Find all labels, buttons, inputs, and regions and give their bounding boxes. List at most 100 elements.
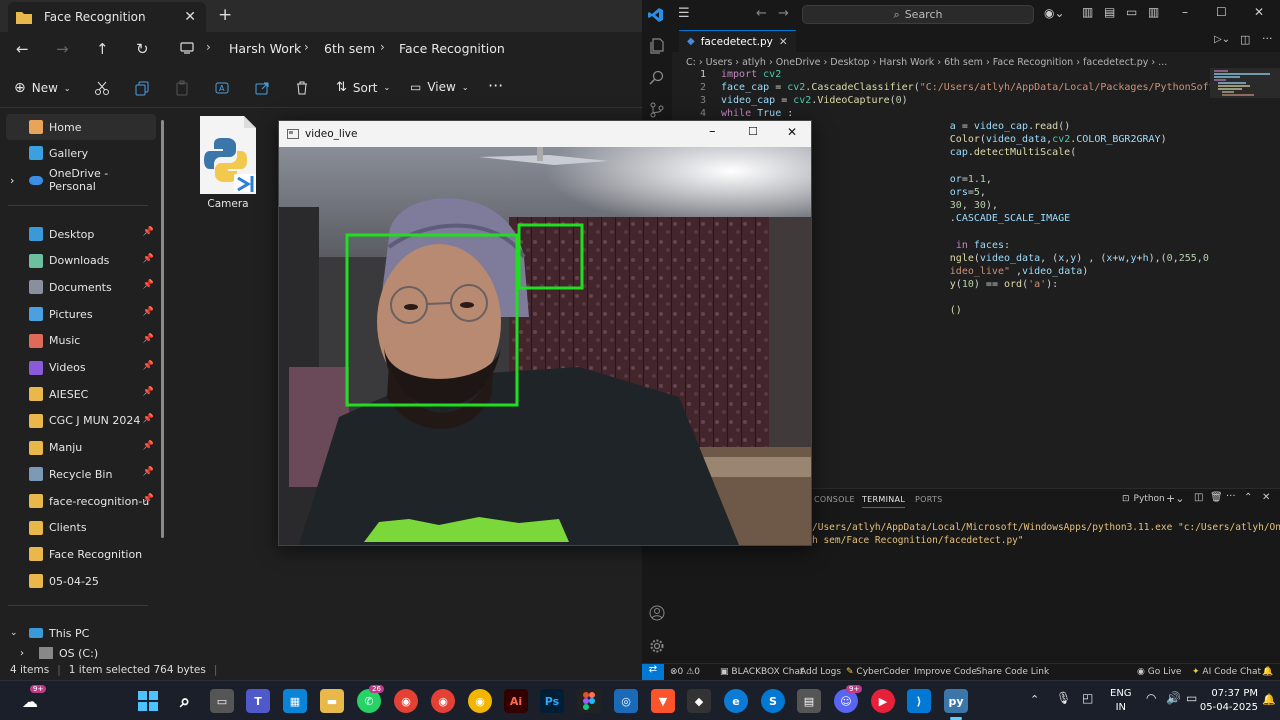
terminal-shell-selector[interactable]: ⊡ Python (1122, 494, 1165, 504)
breadcrumb-item[interactable]: Harsh Work (229, 41, 301, 56)
task-view-icon[interactable]: ▭ (210, 689, 234, 713)
file-item[interactable]: Camera (196, 116, 260, 212)
settings-gear-icon[interactable] (649, 638, 665, 654)
sidebar-item-manju[interactable]: Manju 📌 (6, 435, 156, 461)
ai-chat-button[interactable]: ✦ AI Code Chat (1192, 667, 1261, 677)
rename-icon[interactable]: A (214, 80, 230, 96)
sidebar-item-downloads[interactable]: Downloads 📌 (6, 248, 156, 274)
close-icon[interactable]: ✕ (1254, 5, 1264, 19)
pin-icon[interactable]: 📌 (143, 254, 154, 264)
toggle-secondary-sidebar-icon[interactable]: ▥ (1148, 5, 1159, 19)
unity-icon[interactable]: ◆ (687, 689, 711, 713)
view-button[interactable]: ▭ View ⌄ (410, 80, 469, 94)
search-icon[interactable] (649, 70, 665, 86)
file-explorer-icon[interactable]: ▬ (320, 689, 344, 713)
account-icon[interactable] (649, 605, 665, 621)
pin-icon[interactable]: 📌 (143, 467, 154, 477)
split-terminal-icon[interactable]: ◫ (1194, 492, 1203, 503)
vscode-taskbar-icon[interactable]: ⟩ (907, 689, 931, 713)
minimize-icon[interactable]: – (1182, 5, 1188, 19)
back-icon[interactable]: ← (16, 40, 29, 58)
share-icon[interactable] (254, 80, 270, 96)
sidebar-item-clients[interactable]: Clients (6, 515, 156, 541)
more-actions-icon[interactable]: ··· (1226, 491, 1236, 502)
status-item[interactable]: Improve Code (914, 667, 977, 677)
sidebar-item-this-pc[interactable]: ⌄ This PC (6, 620, 156, 646)
toggle-panel-icon[interactable]: ▭ (1126, 5, 1137, 19)
sidebar-item-onedrive[interactable]: › OneDrive - Personal (6, 167, 156, 193)
source-control-icon[interactable] (649, 102, 665, 118)
sidebar-item-face-recognition-usin[interactable]: face-recognition-usin📌 (6, 488, 156, 514)
chevron-up-icon[interactable]: ⌃ (1030, 693, 1039, 706)
photoshop-icon[interactable]: Ps (540, 689, 564, 713)
minimap[interactable] (1210, 68, 1280, 488)
close-icon[interactable]: ✕ (787, 125, 797, 139)
pin-icon[interactable]: 📌 (143, 441, 154, 451)
back-icon[interactable]: ← (756, 6, 767, 21)
close-panel-icon[interactable]: ✕ (1262, 492, 1270, 503)
sidebar-item-pictures[interactable]: Pictures 📌 (6, 301, 156, 327)
illustrator-icon[interactable]: Ai (504, 689, 528, 713)
sidebar-item-home[interactable]: Home (6, 114, 156, 140)
breadcrumb-item[interactable]: 6th sem (324, 41, 375, 56)
copy-icon[interactable] (134, 80, 150, 96)
delete-icon[interactable] (294, 80, 310, 96)
sidebar-item-aiesec[interactable]: AIESEC 📌 (6, 381, 156, 407)
sidebar-item-os-drive[interactable]: › OS (C:) (6, 647, 156, 659)
language-indicator[interactable]: ENG IN (1110, 687, 1132, 715)
chrome-icon[interactable]: ◉ (394, 689, 418, 713)
sort-button[interactable]: ⇅ Sort ⌄ (336, 80, 390, 95)
go-live-button[interactable]: ◉ Go Live (1137, 667, 1181, 677)
chevron-right-icon[interactable]: › (10, 174, 14, 187)
chrome-profile-icon[interactable]: ◉ (431, 689, 455, 713)
pin-icon[interactable]: 📌 (143, 414, 154, 424)
remote-icon[interactable]: ⇄ (642, 664, 664, 680)
sidebar-item-videos[interactable]: Videos 📌 (6, 355, 156, 381)
skype-icon[interactable]: S (761, 689, 785, 713)
layout-icon[interactable]: ▥ (1082, 5, 1093, 19)
chevron-right-icon[interactable]: › (20, 648, 24, 659)
sidebar-item-cgc-j-mun-2024[interactable]: CGC J MUN 2024 📌 (6, 408, 156, 434)
start-icon[interactable] (136, 689, 160, 713)
close-tab-icon[interactable]: ✕ (779, 36, 788, 48)
sidebar-item-recycle-bin[interactable]: Recycle Bin 📌 (6, 461, 156, 487)
chevron-down-icon[interactable]: ⌄ (10, 628, 18, 638)
new-button[interactable]: ⊕ New ⌄ (14, 80, 71, 96)
maximize-panel-icon[interactable]: ⌃ (1244, 492, 1252, 503)
maximize-icon[interactable]: ☐ (1216, 5, 1227, 19)
split-editor-icon[interactable]: ◫ (1240, 33, 1250, 46)
edge-icon[interactable]: e (724, 689, 748, 713)
store-icon[interactable]: ▦ (283, 689, 307, 713)
pin-icon[interactable]: 📌 (143, 334, 154, 344)
pin-icon[interactable]: 📌 (143, 387, 154, 397)
brave-icon[interactable]: ▼ (651, 689, 675, 713)
new-tab-icon[interactable]: + (218, 5, 232, 25)
teams-icon[interactable]: T (246, 689, 270, 713)
forward-icon[interactable]: → (56, 40, 69, 58)
maximize-icon[interactable]: ☐ (748, 125, 758, 138)
close-tab-icon[interactable]: ✕ (184, 9, 196, 25)
microphone-icon[interactable]: 🎙 (1056, 691, 1071, 705)
cut-icon[interactable] (94, 80, 110, 96)
network-tool-icon[interactable]: ◎ (614, 689, 638, 713)
more-options-icon[interactable]: ··· (488, 76, 503, 95)
pin-icon[interactable]: 📌 (143, 494, 154, 504)
minimize-icon[interactable]: – (709, 124, 716, 139)
sidebar-item-gallery[interactable]: Gallery (6, 140, 156, 166)
pin-icon[interactable]: 📌 (143, 280, 154, 290)
kill-terminal-icon[interactable]: 🗑 (1210, 492, 1223, 503)
monitor-icon[interactable] (180, 42, 194, 54)
explorer-tab[interactable]: Face Recognition ✕ (8, 2, 206, 32)
volume-icon[interactable]: 🔊 (1166, 691, 1181, 705)
up-icon[interactable]: ↑ (96, 40, 109, 58)
tab-terminal[interactable]: TERMINAL (862, 495, 906, 508)
search-icon[interactable]: ⌕ (173, 689, 197, 713)
command-search[interactable]: ⌕ Search (802, 5, 1034, 24)
status-item[interactable]: Share Code Link (976, 667, 1049, 677)
tab-ports[interactable]: PORTS (915, 495, 943, 504)
explorer-icon[interactable] (649, 38, 665, 54)
battery-icon[interactable]: ▭ (1186, 691, 1197, 705)
chrome-canary-icon[interactable]: ◉ (468, 689, 492, 713)
status-item[interactable]: Add Logs (800, 667, 841, 677)
more-actions-icon[interactable]: ··· (1262, 32, 1273, 45)
